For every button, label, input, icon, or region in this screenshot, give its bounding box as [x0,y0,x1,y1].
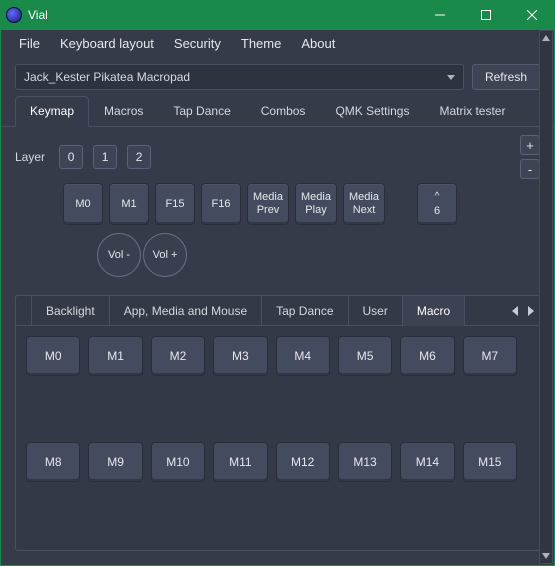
minimize-button[interactable] [417,0,463,30]
titlebar[interactable]: Vial [0,0,555,30]
tab-content: Layer 0 1 2 + - M0 M1 F15 F16 Media Prev… [1,127,554,565]
menubar: File Keyboard layout Security Theme Abou… [1,30,554,56]
tabs-scroll-left-spacer [16,296,32,326]
tabs-scroll-left[interactable] [507,296,523,326]
macro-m3[interactable]: M3 [213,336,267,376]
close-button[interactable] [509,0,555,30]
macro-m2[interactable]: M2 [151,336,205,376]
tab-matrix-tester[interactable]: Matrix tester [424,96,520,126]
macro-m9[interactable]: M9 [88,442,142,482]
scroll-up-icon[interactable] [540,31,552,45]
client-area: File Keyboard layout Security Theme Abou… [1,30,554,565]
layer-label: Layer [15,150,45,164]
window: Vial File Keyboard layout Security Theme… [0,0,555,566]
maximize-button[interactable] [463,0,509,30]
app-icon [6,7,22,23]
menu-keyboard-layout[interactable]: Keyboard layout [50,33,164,54]
main-tabs: Keymap Macros Tap Dance Combos QMK Setti… [1,96,554,127]
menu-file[interactable]: File [9,33,50,54]
keycode-tabs: Backlight App, Media and Mouse Tap Dance… [16,296,539,326]
key-media-play[interactable]: Media Play [295,183,337,225]
layer-1-button[interactable]: 1 [93,145,117,169]
menu-about[interactable]: About [291,33,345,54]
layer-0-button[interactable]: 0 [59,145,83,169]
key-f16[interactable]: F16 [201,183,241,225]
macro-m11[interactable]: M11 [213,442,267,482]
knob-vol-up[interactable]: Vol + [143,233,187,277]
layer-2-button[interactable]: 2 [127,145,151,169]
key-media-next[interactable]: Media Next [343,183,385,225]
key-encoder[interactable]: ^ 6 [417,183,457,225]
macro-m15[interactable]: M15 [463,442,517,482]
macro-m6[interactable]: M6 [400,336,454,376]
key-m1[interactable]: M1 [109,183,149,225]
macro-m1[interactable]: M1 [88,336,142,376]
key-f15[interactable]: F15 [155,183,195,225]
macro-grid: M0 M1 M2 M3 M4 M5 M6 M7 M8 M9 M10 M11 M1… [16,326,539,550]
macro-m0[interactable]: M0 [26,336,80,376]
macro-m8[interactable]: M8 [26,442,80,482]
menu-security[interactable]: Security [164,33,231,54]
macro-m10[interactable]: M10 [151,442,205,482]
vertical-scrollbar[interactable] [539,30,553,564]
ptab-app-media-mouse[interactable]: App, Media and Mouse [110,296,262,326]
tabs-scroll-right[interactable] [523,296,539,326]
tab-macros[interactable]: Macros [89,96,158,126]
ptab-backlight[interactable]: Backlight [32,296,110,326]
key-m0[interactable]: M0 [63,183,103,225]
window-title: Vial [28,8,48,22]
tab-qmk-settings[interactable]: QMK Settings [320,96,424,126]
encoder-bottom: 6 [434,206,440,217]
layer-add-button[interactable]: + [520,135,540,155]
ptab-macro[interactable]: Macro [403,296,465,326]
ptab-tap-dance[interactable]: Tap Dance [262,296,348,326]
keymap-area: M0 M1 F15 F16 Media Prev Media Play Medi… [15,183,540,225]
macro-m12[interactable]: M12 [276,442,330,482]
knob-vol-down[interactable]: Vol - [97,233,141,277]
keycode-pane: Backlight App, Media and Mouse Tap Dance… [15,295,540,551]
tab-combos[interactable]: Combos [246,96,321,126]
key-media-prev[interactable]: Media Prev [247,183,289,225]
encoder-top: ^ [435,192,440,202]
layer-remove-button[interactable]: - [520,159,540,179]
device-select-value: Jack_Kester Pikatea Macropad [24,70,190,84]
ptab-user[interactable]: User [349,296,403,326]
device-bar: Jack_Kester Pikatea Macropad Refresh [1,56,554,96]
menu-theme[interactable]: Theme [231,33,291,54]
refresh-button[interactable]: Refresh [472,64,540,90]
macro-m7[interactable]: M7 [463,336,517,376]
macro-m5[interactable]: M5 [338,336,392,376]
device-select[interactable]: Jack_Kester Pikatea Macropad [15,64,464,90]
macro-m13[interactable]: M13 [338,442,392,482]
chevron-down-icon [447,70,455,84]
tab-tap-dance[interactable]: Tap Dance [158,96,245,126]
tab-keymap[interactable]: Keymap [15,96,89,127]
layer-row: Layer 0 1 2 + - [15,137,540,183]
macro-m14[interactable]: M14 [400,442,454,482]
macro-m4[interactable]: M4 [276,336,330,376]
encoder-knobs: Vol - Vol + [97,233,540,277]
scroll-down-icon[interactable] [540,549,552,563]
